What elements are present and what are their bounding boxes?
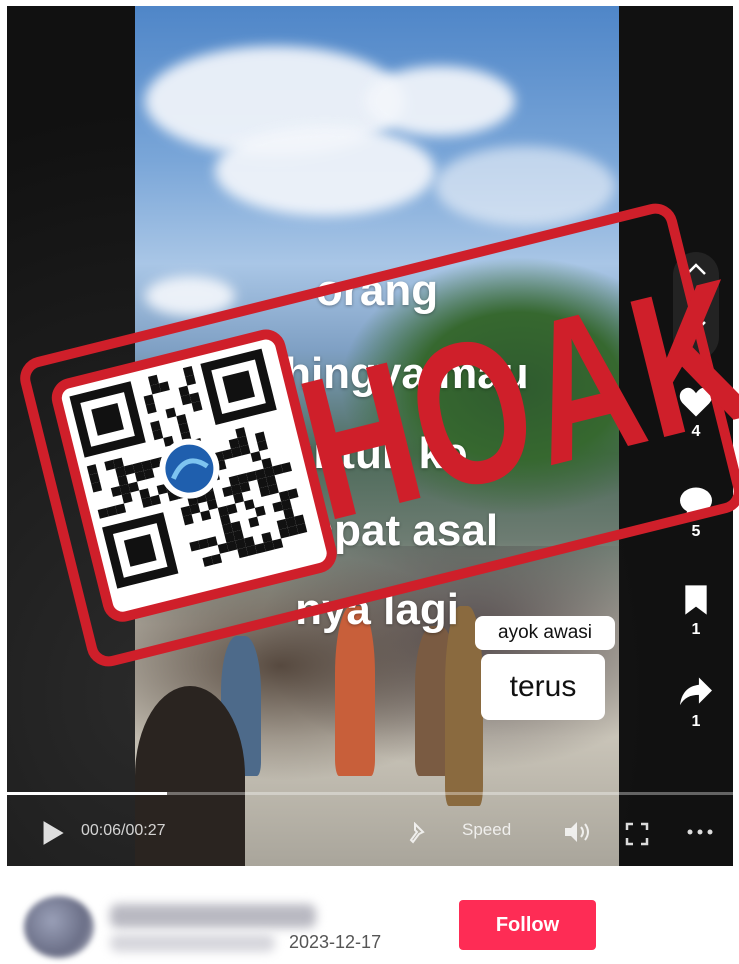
progress-bar[interactable] bbox=[7, 792, 733, 795]
follow-button[interactable]: Follow bbox=[459, 900, 596, 950]
more-icon[interactable] bbox=[685, 822, 715, 847]
speed-button[interactable]: Speed bbox=[462, 820, 511, 840]
cloud bbox=[215, 126, 435, 216]
username-blurred[interactable] bbox=[110, 904, 316, 928]
save-count: 1 bbox=[691, 621, 701, 638]
nickname-blurred bbox=[110, 934, 275, 952]
player-controls: 00:06/00:27 Speed bbox=[7, 792, 733, 866]
avatar[interactable] bbox=[24, 896, 94, 958]
share-count: 1 bbox=[691, 713, 701, 730]
sticker-big: terus bbox=[481, 654, 605, 720]
share-button[interactable]: 1 bbox=[671, 676, 721, 731]
play-icon[interactable] bbox=[41, 820, 65, 851]
sticker-small: ayok awasi bbox=[475, 616, 615, 650]
bookmark-icon bbox=[685, 585, 707, 615]
qr-pattern bbox=[69, 348, 308, 589]
progress-fill bbox=[7, 792, 167, 795]
save-button[interactable]: 1 bbox=[671, 584, 721, 639]
post-date: 2023-12-17 bbox=[289, 932, 382, 952]
pin-icon[interactable] bbox=[407, 821, 429, 849]
account-footer: 2023-12-17 Follow bbox=[0, 868, 739, 964]
cloud bbox=[365, 66, 515, 136]
volume-icon[interactable] bbox=[563, 820, 593, 849]
share-icon bbox=[680, 677, 712, 706]
time-display: 00:06/00:27 bbox=[81, 822, 166, 839]
fullscreen-icon[interactable] bbox=[625, 822, 649, 851]
